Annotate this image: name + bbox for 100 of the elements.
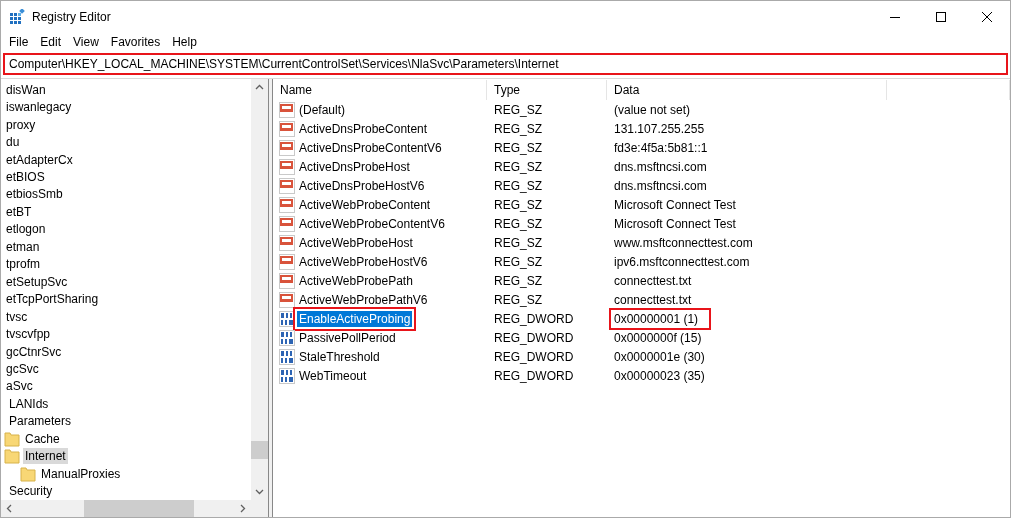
tree-item[interactable]: iswanlegacy: [4, 99, 74, 116]
scroll-down-icon[interactable]: [255, 487, 264, 496]
value-type: REG_DWORD: [493, 329, 575, 346]
value-type: REG_DWORD: [493, 367, 575, 384]
tree-item[interactable]: etAdapterCx: [4, 151, 75, 168]
tree-item[interactable]: etlogon: [4, 221, 48, 238]
value-name[interactable]: StaleThreshold: [297, 348, 382, 365]
scroll-up-icon[interactable]: [255, 83, 264, 92]
window-title: Registry Editor: [32, 9, 112, 24]
value-type: REG_SZ: [493, 291, 543, 308]
string-value-icon: [279, 120, 295, 137]
tree-item[interactable]: etBT: [4, 203, 34, 220]
value-name[interactable]: ActiveWebProbePath: [297, 272, 415, 289]
pane-splitter[interactable]: [269, 79, 273, 517]
tree-item[interactable]: Cache: [23, 430, 62, 447]
scroll-left-icon[interactable]: [5, 504, 14, 513]
tree-item[interactable]: disWan: [4, 81, 48, 98]
string-value-icon: [279, 291, 295, 308]
value-data: Microsoft Connect Test: [613, 196, 737, 213]
value-data: fd3e:4f5a:5b81::1: [613, 139, 709, 156]
folder-icon: [4, 430, 20, 447]
tree-item[interactable]: du: [4, 134, 22, 151]
tree-item[interactable]: Internet: [23, 448, 68, 465]
value-name[interactable]: (Default): [297, 101, 347, 118]
tree-item[interactable]: tprofm: [4, 256, 42, 273]
string-value-icon: [279, 215, 295, 232]
vertical-scrollbar[interactable]: [251, 79, 268, 500]
value-type: REG_SZ: [493, 234, 543, 251]
value-name[interactable]: ActiveDnsProbeHost: [297, 158, 412, 175]
value-name[interactable]: ActiveWebProbeHost: [297, 234, 415, 251]
value-data: (value not set): [613, 101, 692, 118]
value-name[interactable]: ActiveWebProbePathV6: [297, 291, 430, 308]
value-type: REG_SZ: [493, 158, 543, 175]
value-data: www.msftconnecttest.com: [613, 234, 754, 251]
string-value-icon: [279, 253, 295, 270]
maximize-icon[interactable]: [936, 11, 946, 22]
column-header[interactable]: Name: [273, 80, 487, 100]
string-value-icon: [279, 177, 295, 194]
value-type: REG_DWORD: [493, 348, 575, 365]
value-data: connecttest.txt: [613, 291, 693, 308]
value-name[interactable]: ActiveDnsProbeContentV6: [297, 139, 444, 156]
tree-item[interactable]: etTcpPortSharing: [4, 291, 101, 308]
value-data: connecttest.txt: [613, 272, 693, 289]
binary-value-icon: [279, 329, 295, 346]
string-value-icon: [279, 196, 295, 213]
value-type: REG_DWORD: [493, 310, 575, 327]
value-type: REG_SZ: [493, 253, 543, 270]
value-data: 0x0000000f (15): [613, 329, 703, 346]
menu-item[interactable]: File: [3, 34, 35, 49]
value-name[interactable]: ActiveWebProbeContent: [297, 196, 433, 213]
value-name[interactable]: WebTimeout: [297, 367, 369, 384]
value-type: REG_SZ: [493, 215, 543, 232]
close-icon[interactable]: [982, 11, 992, 22]
tree-item[interactable]: Security: [7, 483, 55, 500]
value-data: dns.msftncsi.com: [613, 177, 708, 194]
value-name[interactable]: ActiveDnsProbeContent: [297, 120, 430, 137]
value-type: REG_SZ: [493, 120, 543, 137]
value-type: REG_SZ: [493, 196, 543, 213]
tree-item[interactable]: gcCtnrSvc: [4, 343, 64, 360]
value-data: dns.msftncsi.com: [613, 158, 708, 175]
address-field[interactable]: Computer\HKEY_LOCAL_MACHINE\SYSTEM\CurrentControlSet\Services\NlaSvc\Parameters\Internet: [3, 53, 1008, 75]
tree-item[interactable]: Parameters: [7, 413, 74, 430]
menu-item[interactable]: Favorites: [104, 34, 167, 49]
tree-item[interactable]: proxy: [4, 116, 38, 133]
value-name[interactable]: ActiveDnsProbeHostV6: [297, 177, 427, 194]
scroll-thumb[interactable]: [84, 500, 194, 517]
tree-item[interactable]: ManualProxies: [39, 465, 123, 482]
value-name[interactable]: PassivePollPeriod: [297, 329, 398, 346]
horizontal-scrollbar[interactable]: [1, 500, 251, 517]
binary-value-icon: [279, 367, 295, 384]
scroll-thumb[interactable]: [251, 441, 268, 459]
folder-icon: [4, 448, 20, 465]
menu-item[interactable]: View: [67, 34, 105, 49]
string-value-icon: [279, 158, 295, 175]
tree-item[interactable]: etBIOS: [4, 169, 47, 185]
value-name[interactable]: ActiveWebProbeContentV6: [297, 215, 447, 232]
tree-item[interactable]: etSetupSvc: [4, 273, 70, 290]
string-value-icon: [279, 234, 295, 251]
tree-item[interactable]: gcSvc: [4, 360, 41, 377]
tree-item[interactable]: etbiosSmb: [4, 186, 65, 203]
value-type: REG_SZ: [493, 139, 543, 156]
value-data: 131.107.255.255: [613, 120, 706, 137]
scroll-right-icon[interactable]: [238, 504, 247, 513]
value-type: REG_SZ: [493, 177, 543, 194]
tree-item[interactable]: tvsc: [4, 308, 30, 325]
string-value-icon: [279, 101, 295, 118]
column-header[interactable]: Type: [487, 80, 607, 100]
menu-item[interactable]: Edit: [34, 34, 68, 49]
tree-item[interactable]: etman: [4, 238, 42, 255]
tree-item[interactable]: tvscvfpp: [4, 326, 52, 343]
menu-item[interactable]: Help: [166, 34, 203, 49]
binary-value-icon: [279, 348, 295, 365]
value-data: 0x0000001e (30): [613, 348, 706, 365]
value-type: REG_SZ: [493, 272, 543, 289]
column-header[interactable]: Data: [607, 80, 887, 100]
value-data: 0x00000001 (1): [612, 310, 709, 327]
value-name[interactable]: ActiveWebProbeHostV6: [297, 253, 430, 270]
tree-item[interactable]: aSvc: [4, 378, 35, 395]
tree-item[interactable]: LANIds: [7, 395, 51, 412]
value-data: 0x00000023 (35): [613, 367, 706, 384]
